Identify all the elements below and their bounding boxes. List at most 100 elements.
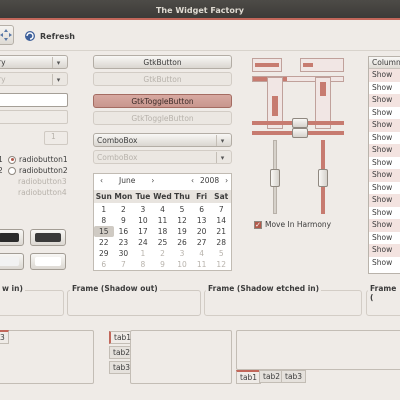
combo-box[interactable]: ComboBox ▾ <box>93 133 232 147</box>
calendar-day[interactable]: 6 <box>192 204 212 215</box>
calendar-day[interactable]: 6 <box>94 259 114 270</box>
tree-rows: Show Show Show Show Show Show Show Show Show Show… <box>369 69 400 269</box>
list-item[interactable]: Show <box>369 207 400 220</box>
calendar-day[interactable]: 2 <box>153 248 173 259</box>
calendar-day[interactable]: 30 <box>114 248 134 259</box>
toolbar-toggle-button[interactable] <box>0 25 14 45</box>
tab-bottom-1[interactable]: tab1 <box>236 370 262 384</box>
tab-vertical-2[interactable]: tab2 <box>109 346 131 359</box>
color-button-dark-1[interactable] <box>0 229 24 246</box>
tab-bottom-3[interactable]: tab3 <box>281 370 307 383</box>
calendar-day[interactable]: 27 <box>192 237 212 248</box>
list-item[interactable]: Show <box>369 182 400 195</box>
calendar-day[interactable]: 22 <box>94 237 114 248</box>
calendar-day[interactable]: 25 <box>153 237 173 248</box>
calendar-day[interactable]: 29 <box>94 248 114 259</box>
calendar-day[interactable]: 1 <box>133 248 153 259</box>
horizontal-scrollbar-1[interactable] <box>252 58 282 72</box>
list-item[interactable]: Show <box>369 144 400 157</box>
column-header[interactable]: Column <box>369 57 400 69</box>
calendar-day[interactable]: 1 <box>94 204 114 215</box>
move-in-harmony-checkbox[interactable]: ✓ Move In Harmony <box>254 220 331 229</box>
list-item[interactable]: Show <box>369 257 400 270</box>
calendar-day[interactable]: 11 <box>192 259 212 270</box>
calendar-day[interactable]: 3 <box>172 248 192 259</box>
calendar-day[interactable]: 19 <box>172 226 192 237</box>
tab-vertical-3[interactable]: tab3 <box>109 361 131 374</box>
radio-partial-2[interactable]: 2 <box>0 166 3 175</box>
list-item[interactable]: Show <box>369 169 400 182</box>
calendar-day[interactable]: 12 <box>172 215 192 226</box>
hscale-1-handle[interactable] <box>292 118 308 128</box>
calendar-day[interactable]: 10 <box>133 215 153 226</box>
weekday-label: Fri <box>196 192 208 201</box>
tree-view[interactable]: Column Show Show Show Show Show Show Show Show S… <box>368 56 400 274</box>
calendar-day[interactable]: 9 <box>153 259 173 270</box>
next-month-icon[interactable]: › <box>151 176 154 185</box>
calendar-day[interactable]: 8 <box>133 259 153 270</box>
calendar-day[interactable]: 2 <box>114 204 134 215</box>
vscale-2-handle[interactable] <box>318 169 328 187</box>
list-item[interactable]: Show <box>369 69 400 82</box>
calendar-day[interactable]: 12 <box>211 259 231 270</box>
calendar-day[interactable]: 28 <box>211 237 231 248</box>
list-item[interactable]: Show <box>369 232 400 245</box>
refresh-button[interactable]: Refresh <box>24 26 75 46</box>
list-item[interactable]: Show <box>369 132 400 145</box>
calendar-day[interactable]: 20 <box>192 226 212 237</box>
text-entry[interactable] <box>0 93 68 107</box>
calendar-day[interactable]: 9 <box>114 215 134 226</box>
calendar-day[interactable]: 24 <box>133 237 153 248</box>
list-item[interactable]: Show <box>369 244 400 257</box>
left-combo-1[interactable]: ry ▾ <box>0 55 68 69</box>
notebook-left-tab[interactable]: 3 <box>0 330 9 344</box>
calendar-day-grid[interactable]: 1 2 3 4 5 6 7 8 9 10 11 12 13 14 15 16 17 18 19 20 21 22 23 24 2… <box>94 204 231 270</box>
calendar-day[interactable]: 17 <box>133 226 153 237</box>
calendar-day[interactable]: 16 <box>114 226 134 237</box>
tab-vertical-1[interactable]: tab1 <box>109 331 131 344</box>
radio-partial-1[interactable]: 1 <box>0 155 3 164</box>
window-title: The Widget Factory <box>155 5 245 15</box>
list-item[interactable]: Show <box>369 194 400 207</box>
hscale-2-handle[interactable] <box>292 128 308 138</box>
calendar-day[interactable]: 13 <box>192 215 212 226</box>
calendar-day[interactable]: 23 <box>114 237 134 248</box>
prev-year-icon[interactable]: ‹ <box>191 176 194 185</box>
gtk-toggle-button[interactable]: GtkToggleButton <box>93 94 232 108</box>
weekday-label: Tue <box>135 192 151 201</box>
calendar-day[interactable]: 15 <box>94 226 114 237</box>
calendar-day[interactable]: 7 <box>211 204 231 215</box>
list-item[interactable]: Show <box>369 107 400 120</box>
calendar-day[interactable]: 7 <box>114 259 134 270</box>
list-item[interactable]: Show <box>369 82 400 95</box>
list-item[interactable]: Show <box>369 94 400 107</box>
calendar-day[interactable]: 4 <box>192 248 212 259</box>
radiobutton1[interactable]: radiobutton1 <box>8 155 68 164</box>
calendar-day[interactable]: 26 <box>172 237 192 248</box>
color-button-light-1[interactable] <box>0 253 24 270</box>
radiobutton2[interactable]: radiobutton2 <box>8 166 68 175</box>
horizontal-scrollbar-2[interactable] <box>300 58 344 72</box>
calendar-day[interactable]: 14 <box>211 215 231 226</box>
color-button-dark-2[interactable] <box>30 229 66 246</box>
list-item[interactable]: Show <box>369 219 400 232</box>
calendar-day[interactable]: 18 <box>153 226 173 237</box>
calendar-day[interactable]: 21 <box>211 226 231 237</box>
color-button-light-2[interactable] <box>30 253 66 270</box>
prev-month-icon[interactable]: ‹ <box>100 176 103 185</box>
calendar-day[interactable]: 3 <box>133 204 153 215</box>
calendar-day[interactable]: 11 <box>153 215 173 226</box>
calendar-day[interactable]: 5 <box>211 248 231 259</box>
list-item[interactable]: Show <box>369 157 400 170</box>
list-item[interactable]: Show <box>369 119 400 132</box>
calendar[interactable]: ‹ June › ‹ 2008 › Sun Mon Tue Wed Thu Fri Sat … <box>93 173 232 271</box>
calendar-day[interactable]: 4 <box>153 204 173 215</box>
gtk-button[interactable]: GtkButton <box>93 55 232 69</box>
calendar-day[interactable]: 10 <box>172 259 192 270</box>
vscale-1-handle[interactable] <box>270 169 280 187</box>
calendar-day[interactable]: 8 <box>94 215 114 226</box>
window-titlebar[interactable]: The Widget Factory <box>0 0 400 20</box>
next-year-icon[interactable]: › <box>225 176 228 185</box>
combo-box-disabled-value: ComboBox <box>97 152 138 162</box>
calendar-day[interactable]: 5 <box>172 204 192 215</box>
